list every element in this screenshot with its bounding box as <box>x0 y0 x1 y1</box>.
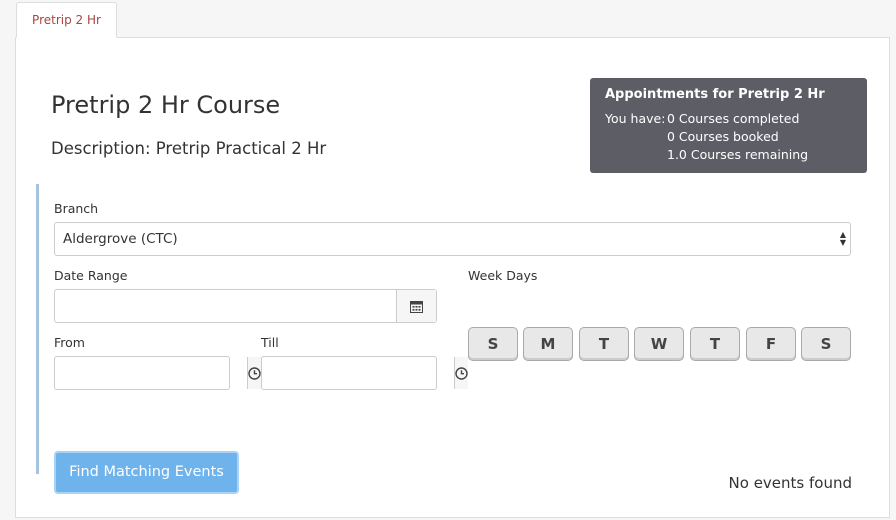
weekday-monday-button[interactable]: M <box>523 327 573 361</box>
till-label: Till <box>261 335 279 350</box>
course-panel: Pretrip 2 Hr Course Description: Pretrip… <box>15 37 890 518</box>
from-time-input[interactable] <box>55 357 247 389</box>
weekday-tuesday-button[interactable]: T <box>579 327 629 361</box>
date-range-label: Date Range <box>54 268 128 283</box>
till-group <box>261 356 468 390</box>
date-range-input[interactable] <box>55 290 396 322</box>
from-label: From <box>54 335 85 350</box>
till-time-input[interactable] <box>262 357 454 389</box>
weekday-sunday-button[interactable]: S <box>468 327 518 361</box>
courses-booked: 0 Courses booked <box>667 129 779 144</box>
branch-label: Branch <box>54 201 99 216</box>
courses-completed: 0 Courses completed <box>667 111 800 126</box>
calendar-icon[interactable] <box>396 290 436 322</box>
weekday-wednesday-button[interactable]: W <box>634 327 684 361</box>
appointments-spacer <box>605 146 667 164</box>
appointments-remaining-row: 1.0 Courses remaining <box>605 146 852 164</box>
appointments-spacer <box>605 128 667 146</box>
date-range-group <box>54 289 437 323</box>
appointments-title: Appointments for Pretrip 2 Hr <box>605 87 825 102</box>
week-days-label: Week Days <box>468 268 538 283</box>
appointments-booked-row: 0 Courses booked <box>605 128 852 146</box>
clock-icon[interactable] <box>247 357 261 389</box>
weekday-thursday-button[interactable]: T <box>690 327 740 361</box>
branch-select[interactable]: Aldergrove (CTC) ▲ ▼ <box>54 222 851 256</box>
weekday-saturday-button[interactable]: S <box>801 327 851 361</box>
find-matching-events-button[interactable]: Find Matching Events <box>54 451 239 494</box>
tab-bar: Pretrip 2 Hr <box>0 0 896 38</box>
from-group <box>54 356 261 390</box>
course-description: Description: Pretrip Practical 2 Hr <box>51 139 327 158</box>
weekday-friday-button[interactable]: F <box>746 327 796 361</box>
courses-remaining: 1.0 Courses remaining <box>667 147 809 162</box>
no-events-message: No events found <box>728 474 852 492</box>
search-form: Branch Aldergrove (CTC) ▲ ▼ Date Range W… <box>36 184 856 494</box>
appointments-summary: Appointments for Pretrip 2 Hr You have: … <box>590 78 867 173</box>
course-title: Pretrip 2 Hr Course <box>51 91 281 119</box>
tab-pretrip-2-hr[interactable]: Pretrip 2 Hr <box>16 2 117 38</box>
clock-icon[interactable] <box>454 357 468 389</box>
branch-select-value: Aldergrove (CTC) <box>63 231 178 247</box>
appointments-prefix: You have: <box>605 111 666 126</box>
select-arrows-icon: ▲ ▼ <box>839 230 846 247</box>
appointments-completed-row: You have: 0 Courses completed <box>605 110 852 128</box>
